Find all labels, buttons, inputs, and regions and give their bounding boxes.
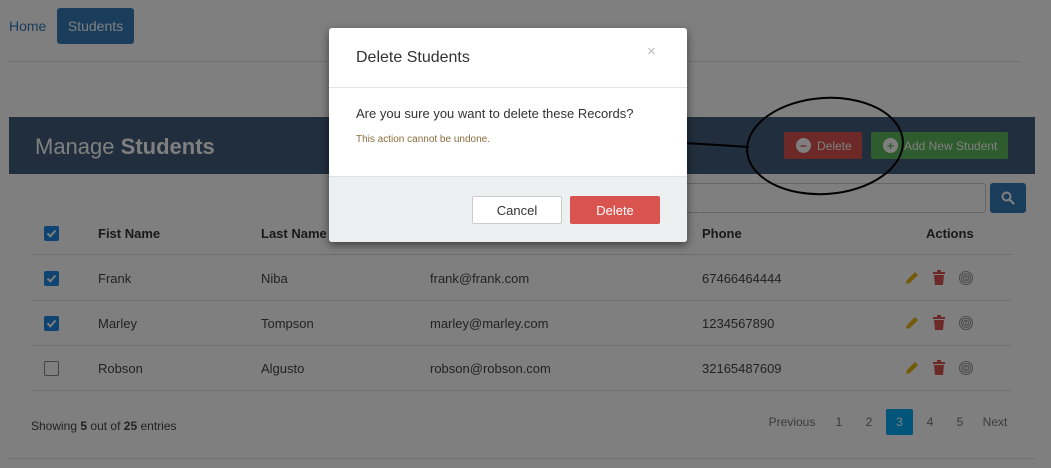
cancel-button[interactable]: Cancel [472,196,562,224]
modal-body: Are you sure you want to delete these Re… [329,88,687,176]
modal-title: Delete Students [356,49,470,66]
close-icon[interactable]: × [647,43,656,60]
modal-warning: This action cannot be undone. [356,134,490,145]
modal-footer: Cancel Delete [329,176,687,242]
modal-header: Delete Students × [329,28,687,88]
delete-modal: Delete Students × Are you sure you want … [329,28,687,242]
confirm-delete-button[interactable]: Delete [570,196,660,224]
modal-question: Are you sure you want to delete these Re… [356,106,634,121]
